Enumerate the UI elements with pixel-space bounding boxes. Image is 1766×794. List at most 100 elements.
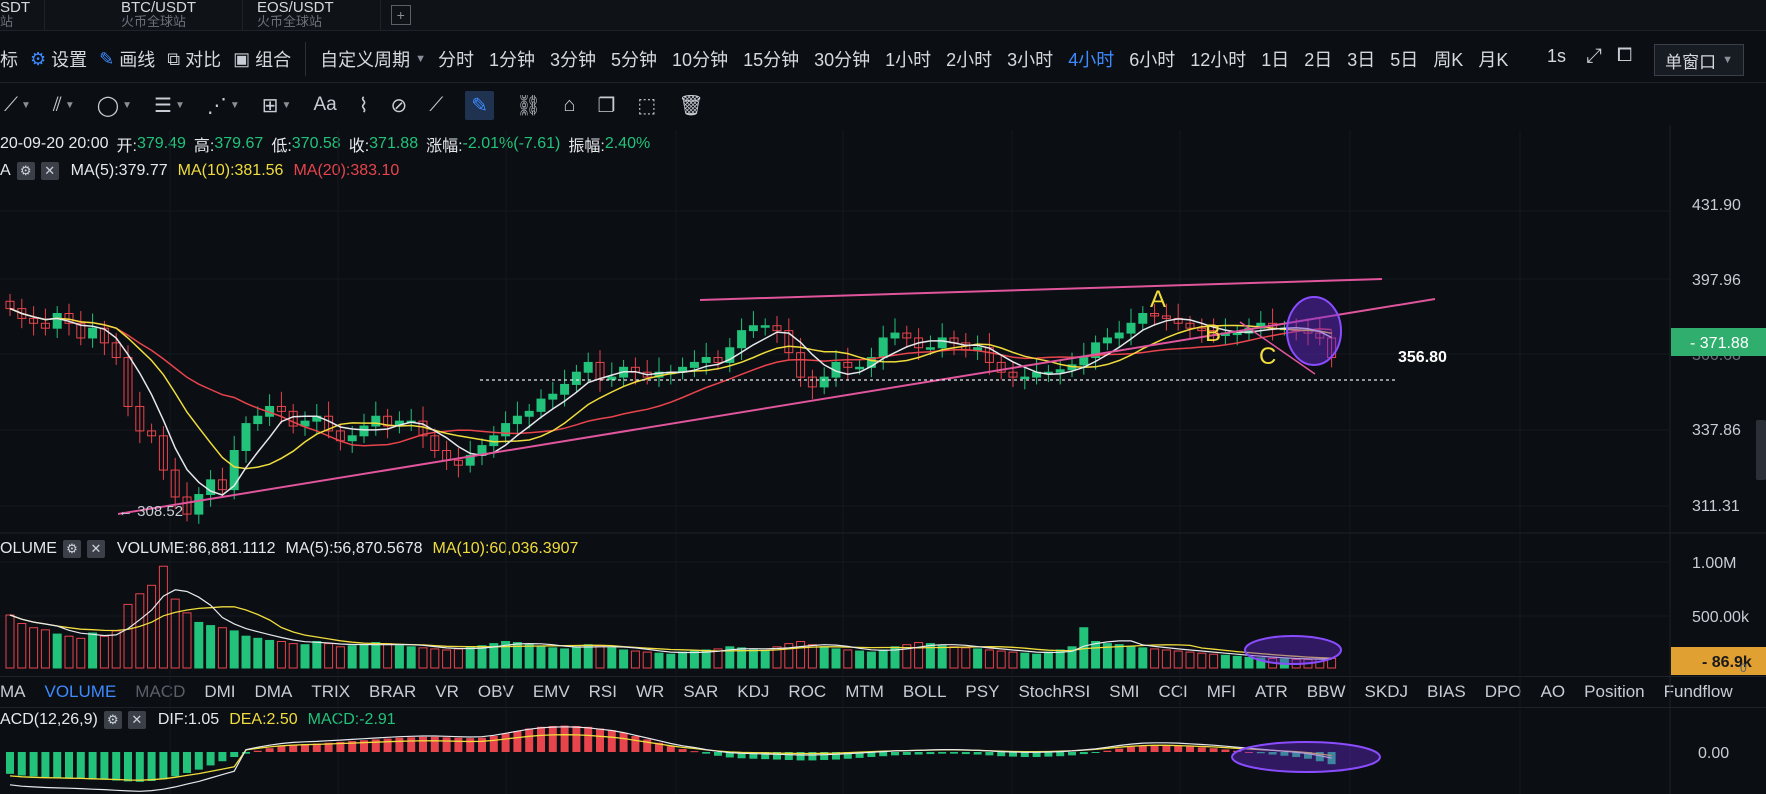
fullscreen-icon[interactable]: ⤢	[1586, 45, 1602, 68]
indicator-tab[interactable]: SKDJ	[1365, 682, 1408, 702]
candle-body	[489, 435, 499, 447]
gear-icon[interactable]: ⚙	[16, 162, 35, 180]
indicator-tab[interactable]: BIAS	[1427, 682, 1466, 702]
period-option[interactable]: 6小时	[1129, 46, 1175, 72]
symbol-tab[interactable]: SDT 站	[0, 0, 45, 30]
indicator-tab[interactable]: DPO	[1485, 682, 1522, 702]
indicator-tab[interactable]: WR	[636, 682, 664, 702]
price-tick-label: 431.90	[1692, 197, 1741, 214]
indicator-tab[interactable]: SMI	[1109, 682, 1139, 702]
period-option[interactable]: 10分钟	[672, 46, 728, 72]
indicator-tab[interactable]: BBW	[1307, 682, 1346, 702]
select-tool-icon[interactable]: ⬚	[637, 93, 656, 118]
indicator-tab[interactable]: MA	[0, 682, 26, 702]
unlock-tool-icon[interactable]: ⌂	[563, 94, 575, 117]
indicator-tab[interactable]: VOLUME	[45, 682, 117, 702]
indicator-tab[interactable]: MTM	[845, 682, 884, 702]
indicator-button[interactable]: 标	[0, 46, 18, 72]
settings-button[interactable]: ⚙ 设置	[30, 46, 87, 72]
draw-button[interactable]: ✎ 画线	[99, 46, 155, 72]
period-option[interactable]: 2小时	[946, 46, 992, 72]
symbol-tab[interactable]: BTC/USDT 火币全球站	[45, 0, 243, 30]
horizontal-lines-tool-icon[interactable]: ☰ ▼	[154, 93, 185, 118]
volume-bar	[819, 646, 829, 669]
wave-tool-icon[interactable]: ⋰ ▼	[207, 93, 240, 118]
close-icon[interactable]: ✕	[127, 711, 146, 729]
volume-bar	[383, 643, 393, 669]
candle-body	[571, 371, 581, 385]
symbol-tab[interactable]: EOS/USDT 火币全球站	[243, 0, 381, 30]
period-option[interactable]: 1日	[1261, 46, 1289, 72]
candle-body	[843, 361, 853, 368]
indicator-tab[interactable]: TRIX	[311, 682, 350, 702]
close-icon[interactable]: ✕	[40, 162, 59, 180]
period-option[interactable]: 4小时	[1068, 46, 1114, 72]
indicator-tab[interactable]: BOLL	[903, 682, 946, 702]
volume-tick-label: 500.00k	[1692, 609, 1750, 626]
indicator-tab[interactable]: BRAR	[369, 682, 416, 702]
indicator-tab[interactable]: SAR	[683, 682, 718, 702]
indicator-tab[interactable]: CCI	[1158, 682, 1187, 702]
period-option[interactable]: 分时	[438, 46, 474, 72]
ellipse-tool-icon[interactable]: ◯ ▼	[97, 93, 132, 118]
ruler-tool-icon[interactable]: ⟋	[429, 94, 443, 117]
indicator-tab[interactable]: StochRSI	[1018, 682, 1090, 702]
lock-tool-icon[interactable]: ⛓	[516, 93, 541, 118]
indicator-tab[interactable]: DMA	[255, 682, 293, 702]
combine-button[interactable]: ▣ 组合	[233, 46, 291, 72]
custom-period-dropdown[interactable]: 自定义周期 ▼	[320, 46, 426, 72]
parallel-lines-tool-icon[interactable]: ⫽ ▼	[53, 94, 75, 117]
indicator-tab[interactable]: Fundflow	[1664, 682, 1733, 702]
interval-label[interactable]: 1s	[1547, 46, 1566, 67]
indicator-tab[interactable]: ATR	[1255, 682, 1288, 702]
candle-body	[123, 357, 133, 407]
measure-tool-icon[interactable]: ⊞ ▼	[262, 93, 292, 118]
gear-icon[interactable]: ⚙	[103, 711, 122, 729]
indicator-tab[interactable]: AO	[1541, 682, 1566, 702]
indicator-tab[interactable]: RSI	[589, 682, 617, 702]
period-option[interactable]: 30分钟	[814, 46, 870, 72]
indicator-tab[interactable]: ROC	[788, 682, 826, 702]
period-option[interactable]: 3日	[1347, 46, 1375, 72]
period-option[interactable]: 12小时	[1190, 46, 1246, 72]
period-option[interactable]: 5日	[1390, 46, 1418, 72]
period-option[interactable]: 5分钟	[611, 46, 657, 72]
magnet-tool-icon[interactable]: ⊘	[390, 93, 407, 118]
line-tool-icon[interactable]: ⟋ ▼	[4, 94, 31, 117]
volume-bar	[253, 637, 263, 669]
period-option[interactable]: 月K	[1478, 46, 1508, 72]
indicator-tab[interactable]: MACD	[135, 682, 185, 702]
period-option[interactable]: 2日	[1304, 46, 1332, 72]
period-option[interactable]: 1小时	[885, 46, 931, 72]
text-tool-icon[interactable]: Aa	[313, 94, 336, 116]
close-icon[interactable]: ✕	[86, 540, 105, 558]
copy-tool-icon[interactable]: ❐	[597, 93, 615, 118]
period-option[interactable]: 周K	[1433, 46, 1463, 72]
volume-ma10-value: MA(10):60,036.3907	[432, 540, 579, 557]
indicator-tab[interactable]: MFI	[1207, 682, 1236, 702]
indicator-tab[interactable]: Position	[1584, 682, 1644, 702]
window-mode-select[interactable]: 单窗口 ▼	[1654, 44, 1744, 76]
macd-bar	[159, 752, 168, 780]
volume-bar	[1197, 652, 1207, 669]
gear-icon[interactable]: ⚙	[62, 540, 81, 558]
period-option[interactable]: 3小时	[1007, 46, 1053, 72]
volume-bar	[760, 650, 770, 669]
period-option[interactable]: 1分钟	[489, 46, 535, 72]
popout-icon[interactable]: ⧠	[1617, 45, 1632, 67]
chart-toolbar: 标 ⚙ 设置 ✎ 画线 ⧉ 对比 ▣ 组合 自定义周期 ▼ 分时 1分钟 3分钟 5分钟 10分钟…	[0, 36, 1766, 83]
indicator-tab[interactable]: PSY	[965, 682, 999, 702]
period-option[interactable]: 15分钟	[743, 46, 799, 72]
indicator-tab[interactable]: KDJ	[737, 682, 769, 702]
brush-tool-icon[interactable]: ⌇	[359, 93, 369, 118]
period-option[interactable]: 3分钟	[550, 46, 596, 72]
indicator-tab[interactable]: EMV	[533, 682, 570, 702]
compare-button[interactable]: ⧉ 对比	[167, 46, 221, 72]
continuous-draw-tool-icon[interactable]: ✎	[465, 90, 494, 120]
indicator-tab[interactable]: VR	[435, 682, 459, 702]
add-tab-button[interactable]: +	[390, 5, 411, 25]
indicator-tab[interactable]: OBV	[478, 682, 514, 702]
indicator-tab[interactable]: DMI	[204, 682, 235, 702]
settings-label: 设置	[51, 50, 88, 70]
delete-tool-icon[interactable]: 🗑	[678, 93, 703, 118]
